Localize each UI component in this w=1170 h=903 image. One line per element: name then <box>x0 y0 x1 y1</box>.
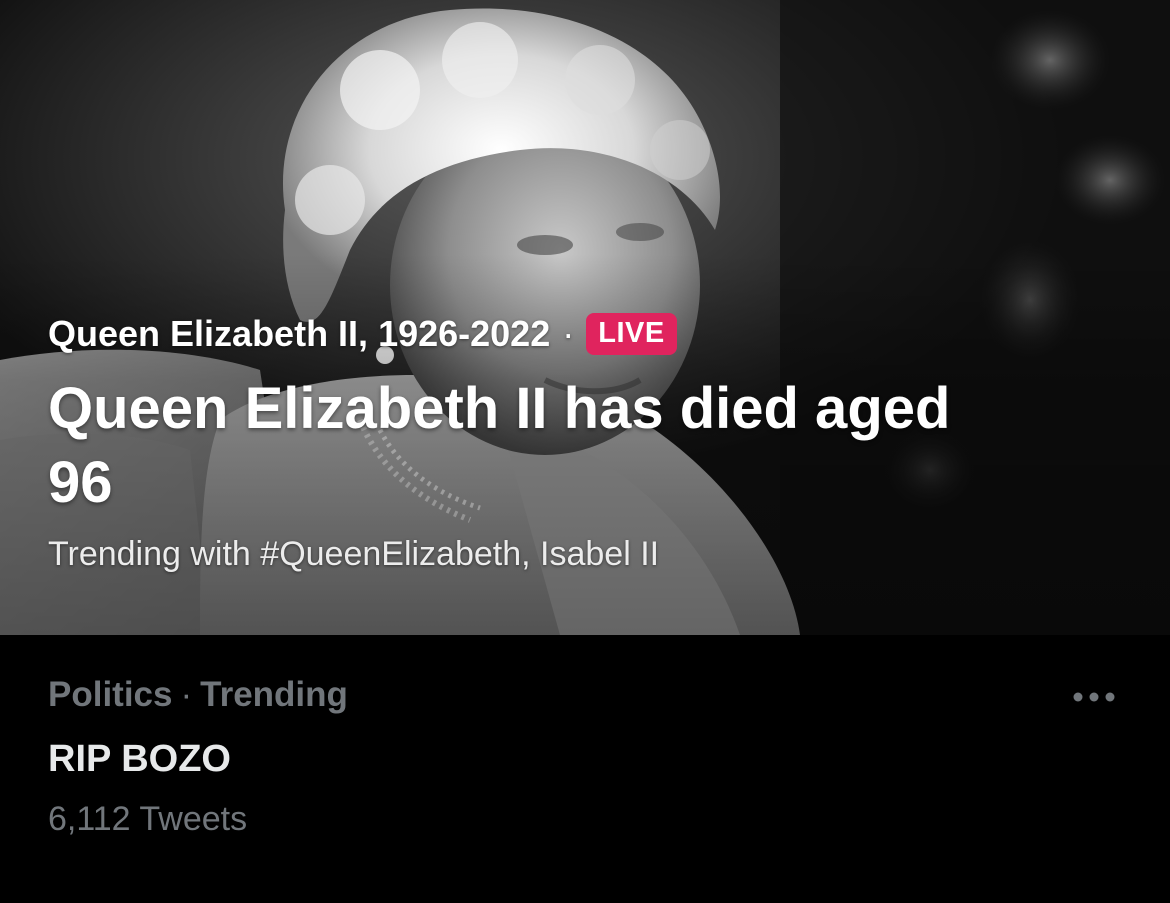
live-badge: LIVE <box>586 313 677 355</box>
event-text: Queen Elizabeth II, 1926-2022 · LIVE Que… <box>48 310 1108 574</box>
trend-item[interactable]: Politics · Trending RIP BOZO 6,112 Tweets <box>0 635 1170 903</box>
trend-category: Politics <box>48 675 173 714</box>
more-horizontal-icon <box>1073 692 1115 702</box>
event-headline: Queen Elizabeth II has died aged 96 <box>48 376 951 515</box>
meta-separator: · <box>562 313 575 354</box>
event-trending-with: Trending with #QueenElizabeth, Isabel II <box>48 535 660 573</box>
trend-context: Politics · Trending <box>48 675 348 715</box>
event-category: Queen Elizabeth II, 1926-2022 <box>48 313 551 354</box>
trend-context-separator: · <box>180 675 193 714</box>
explore-screen: Queen Elizabeth II, 1926-2022 · LIVE Que… <box>0 0 1170 903</box>
trend-tweet-count: 6,112 Tweets <box>48 800 248 838</box>
more-options-button[interactable] <box>1066 677 1122 717</box>
event-hero-card[interactable]: Queen Elizabeth II, 1926-2022 · LIVE Que… <box>0 0 1170 635</box>
trend-title: RIP BOZO <box>48 738 231 780</box>
event-meta-row: Queen Elizabeth II, 1926-2022 · LIVE <box>48 310 1108 358</box>
trend-label: Trending <box>200 675 348 714</box>
